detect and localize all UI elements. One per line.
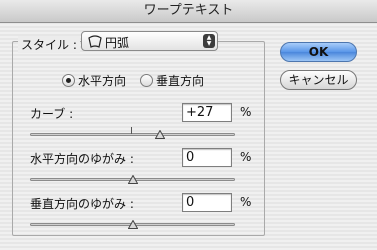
horizontal-radio[interactable] — [62, 74, 75, 87]
window-title: ワープテキスト — [0, 0, 377, 23]
bend-slider-center-tick — [131, 127, 132, 134]
bend-slider-thumb[interactable] — [154, 128, 166, 139]
bend-slider-track[interactable] — [30, 133, 235, 136]
arc-shape-icon — [88, 35, 102, 51]
bend-input[interactable]: +27 — [182, 103, 232, 122]
cancel-button[interactable]: キャンセル — [280, 70, 357, 90]
vertical-distortion-slider-thumb[interactable] — [127, 218, 138, 229]
style-select[interactable]: 円弧 ▲ ▼ — [81, 31, 218, 51]
ok-button[interactable]: OK — [280, 42, 357, 62]
vertical-distortion-unit: % — [240, 195, 252, 209]
vertical-radio-label: 垂直方向 — [156, 74, 205, 88]
horizontal-distortion-label: 水平方向のゆがみ : — [30, 152, 134, 166]
chevron-updown-icon: ▲ ▼ — [203, 34, 215, 48]
vertical-radio[interactable] — [140, 74, 153, 87]
horizontal-distortion-input[interactable]: 0 — [182, 148, 232, 167]
vertical-distortion-label: 垂直方向のゆがみ : — [30, 197, 134, 211]
horizontal-radio-label: 水平方向 — [78, 74, 127, 88]
style-select-value: 円弧 — [105, 36, 130, 50]
horizontal-distortion-unit: % — [240, 150, 252, 164]
vertical-distortion-input[interactable]: 0 — [182, 193, 232, 212]
bend-unit: % — [240, 105, 252, 119]
horizontal-distortion-slider-thumb[interactable] — [127, 173, 138, 184]
style-label: スタイル : — [18, 36, 80, 53]
bend-label: カーブ : — [30, 107, 74, 121]
